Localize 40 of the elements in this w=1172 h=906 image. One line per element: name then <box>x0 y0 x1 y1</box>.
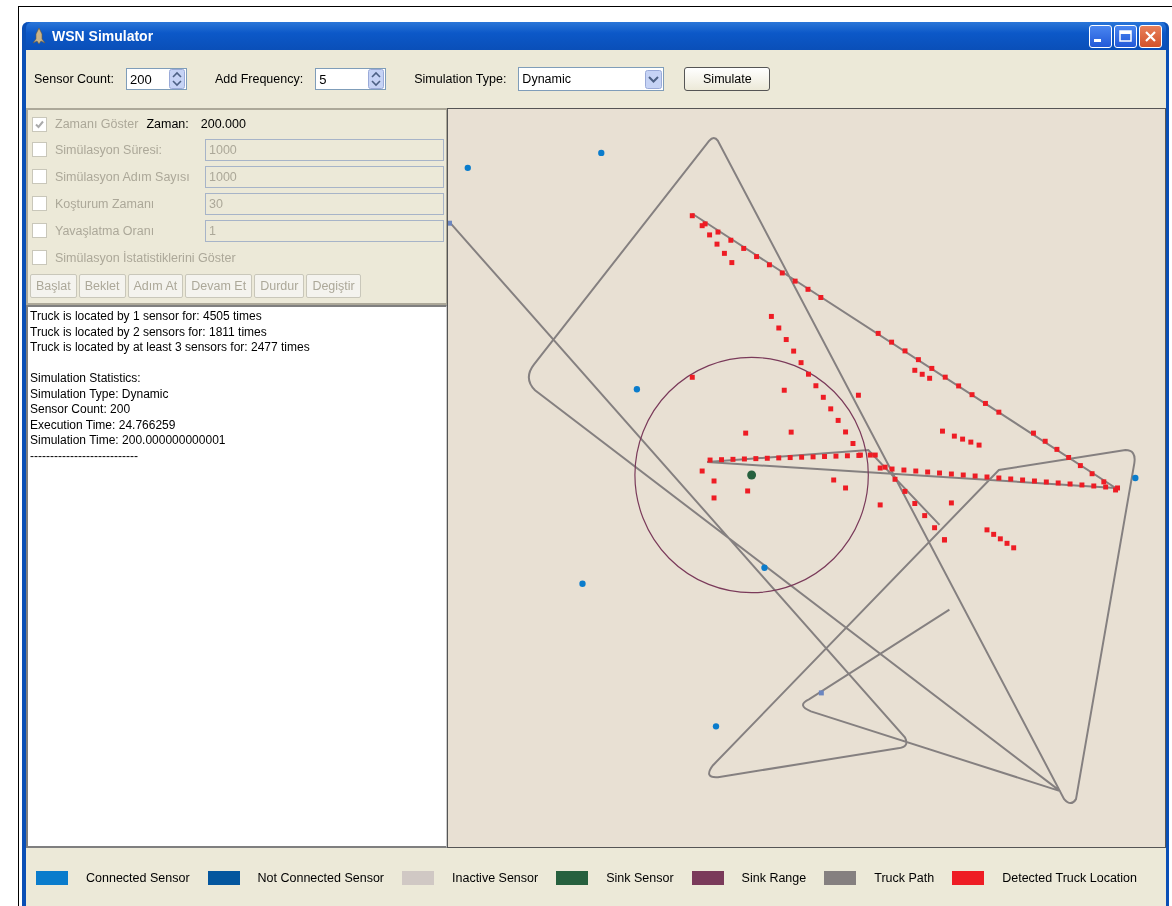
legend-label: Inactive Sensor <box>452 871 539 885</box>
close-button[interactable] <box>1139 24 1162 48</box>
legend-label: Truck Path <box>874 871 935 885</box>
spinner-arrows-icon[interactable] <box>368 69 385 89</box>
legend-label: Connected Sensor <box>86 871 190 885</box>
number-field[interactable]: 200 <box>125 68 187 90</box>
log-textbox[interactable] <box>26 305 447 848</box>
simulation-type-dropdown[interactable]: Dynamic <box>518 67 665 91</box>
checkbox-label: Koşturum Zamanı <box>55 196 156 211</box>
legend-label: Not Connected Sensor <box>257 871 384 885</box>
log-line: Simulation Time: 200.000000000001 <box>30 433 227 449</box>
checkbox-label: Simülasyon Süresi: <box>55 142 163 157</box>
log-line: Simulation Type: Dynamic <box>30 386 170 402</box>
checkbox-label: Zamanı Göster <box>55 117 139 131</box>
log-line: Execution Time: 24.766259 <box>30 417 177 433</box>
log-line: Truck is located by 2 sensors for: 1811 times <box>30 324 268 340</box>
time-value: 200.000 <box>200 117 246 131</box>
number-field[interactable]: 5 <box>315 68 387 90</box>
rocket-icon <box>32 28 46 44</box>
minimize-button[interactable] <box>1089 24 1112 48</box>
spinner-arrows-icon[interactable] <box>168 69 185 89</box>
field-label: Add Frequency: <box>214 72 304 86</box>
field-label: Simulation Type: <box>414 72 507 86</box>
legend-label: Detected Truck Location <box>1002 871 1137 885</box>
legend-label: Sink Sensor <box>606 871 674 885</box>
checkbox-label: Simülasyon İstatistiklerini Göster <box>55 250 236 265</box>
log-line: Sensor Count: 200 <box>30 402 132 418</box>
minimize-icon <box>1094 38 1101 42</box>
checkbox-label: Simülasyon Adım Sayısı <box>55 169 191 184</box>
simulate-button[interactable]: Simulate <box>684 67 771 91</box>
checkbox-label: Yavaşlatma Oranı <box>55 223 156 238</box>
log-line: Truck is located by 1 sensor for: 4505 times <box>30 309 263 325</box>
log-line: Truck is located by at least 3 sensors for: 2477 times <box>30 340 311 356</box>
log-line: --------------------------- <box>30 448 139 464</box>
field-label: Sensor Count: <box>34 72 114 86</box>
time-label: Zaman: <box>146 117 189 131</box>
window-title: WSN Simulator <box>52 28 155 44</box>
maximize-button[interactable] <box>1114 24 1137 48</box>
log-line: Simulation Statistics: <box>30 371 142 387</box>
legend-label: Sink Range <box>741 871 807 885</box>
